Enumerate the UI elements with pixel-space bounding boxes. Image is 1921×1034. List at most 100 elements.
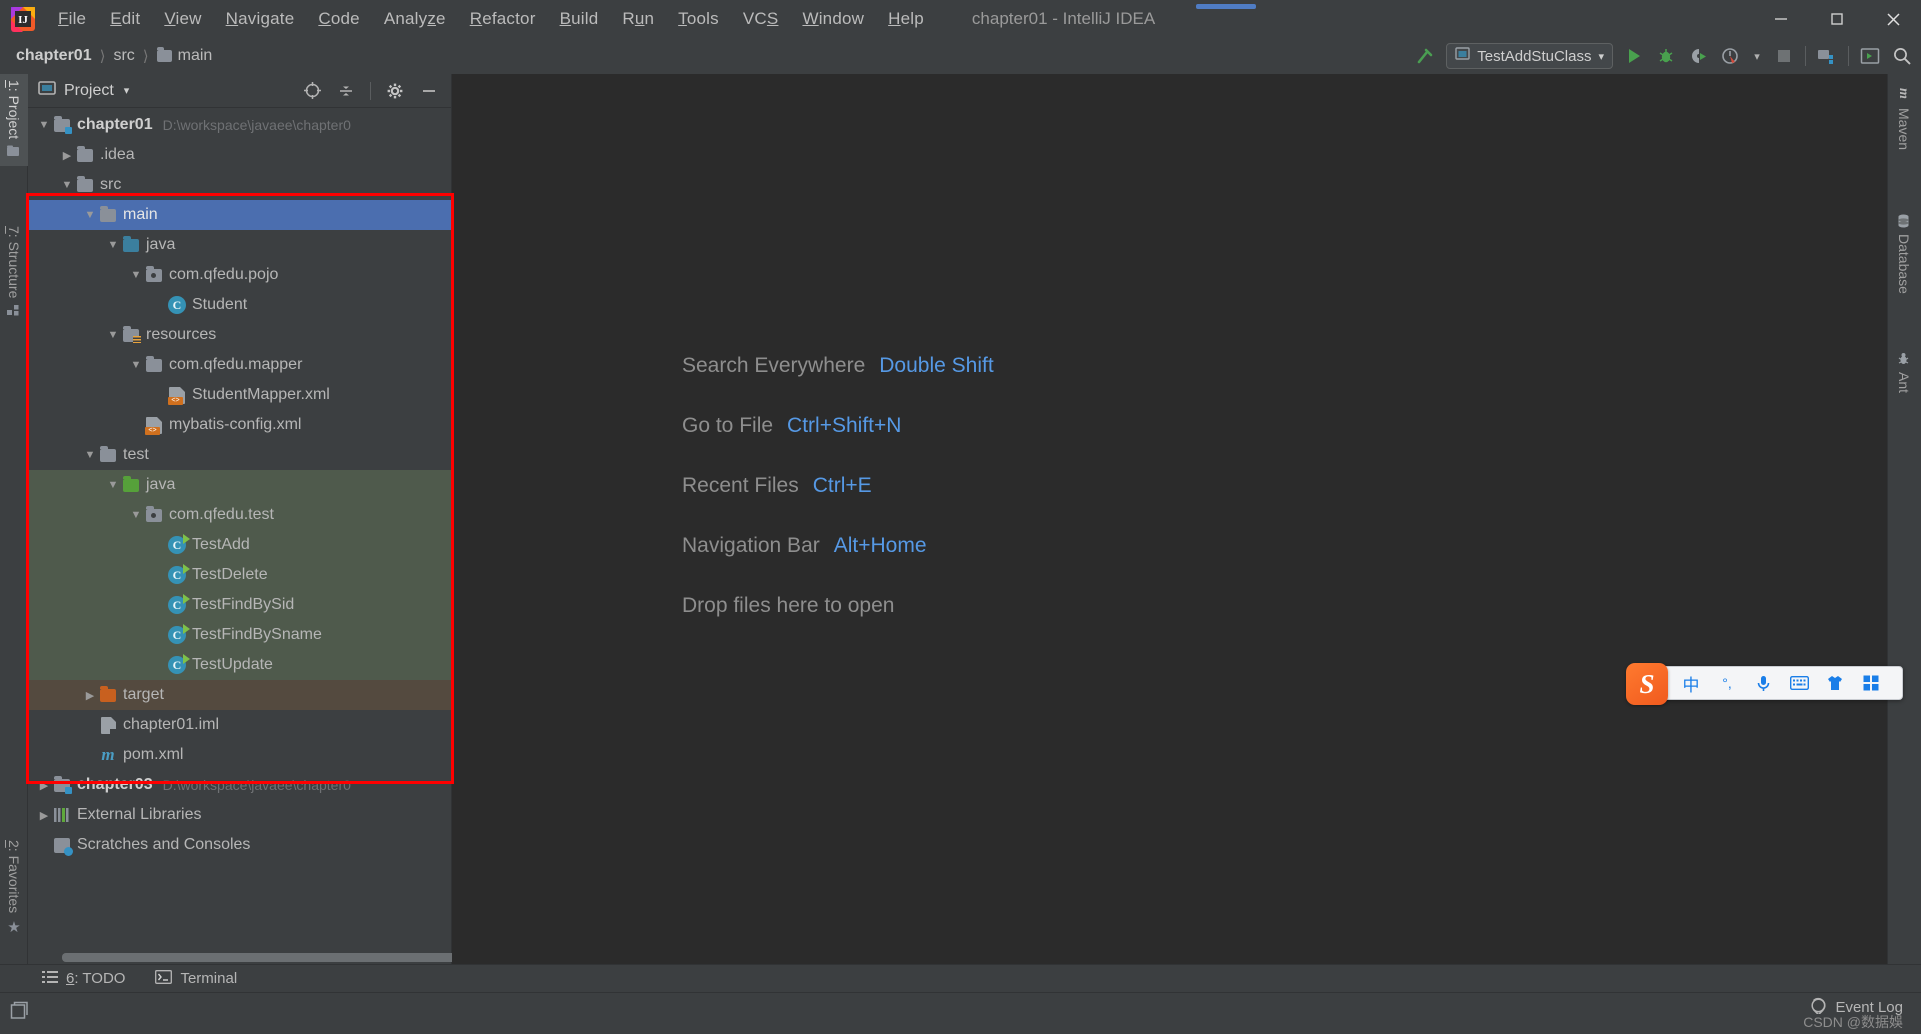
chevron-right-icon[interactable]: ▶ (36, 779, 52, 792)
breadcrumb-item-chapter01[interactable]: chapter01 (12, 45, 96, 67)
chevron-down-icon[interactable]: ▼ (128, 509, 144, 521)
chevron-down-icon[interactable]: ▾ (1598, 50, 1604, 63)
menu-item-view[interactable]: View (152, 5, 213, 33)
chevron-down-icon[interactable]: ▼ (59, 179, 75, 191)
chevron-down-icon[interactable]: ▼ (36, 119, 52, 131)
tree-node-chapter01[interactable]: ▼ chapter01 D:\workspace\javaee\chapter0 (28, 110, 451, 140)
scratches-icon (54, 837, 73, 856)
tree-node-mybatis-config-xml[interactable]: mybatis-config.xml (28, 410, 451, 440)
menu-item-build[interactable]: Build (548, 5, 611, 33)
chevron-right-icon[interactable]: ▶ (59, 149, 75, 162)
chevron-down-icon[interactable]: ▼ (105, 239, 121, 251)
close-button[interactable] (1865, 0, 1921, 38)
scrollbar-thumb[interactable] (62, 953, 462, 962)
locate-icon[interactable] (302, 81, 322, 101)
memory-indicator-icon[interactable] (10, 1001, 32, 1026)
menu-item-vcs[interactable]: VCS (731, 5, 791, 33)
chevron-down-icon[interactable]: ▼ (105, 329, 121, 341)
sidebar-item-project[interactable]: 1: Project (0, 74, 28, 166)
tip-drop-files-here-to-open: Drop files here to open (682, 594, 994, 618)
run-configuration-selector[interactable]: TestAddStuClass ▾ (1446, 43, 1613, 69)
chevron-down-icon[interactable]: ▼ (128, 359, 144, 371)
debug-icon[interactable] (1655, 45, 1677, 67)
tree-node-target[interactable]: ▶ target (28, 680, 451, 710)
terminal-window-icon[interactable] (1859, 45, 1881, 67)
menu-item-run[interactable]: Run (610, 5, 666, 33)
menu-item-code[interactable]: Code (306, 5, 371, 33)
punctuation-icon[interactable]: °, (1716, 675, 1738, 691)
sogou-ime-toolbar[interactable]: S 中 °, (1626, 663, 1903, 705)
chevron-down-icon[interactable]: ▼ (128, 269, 144, 281)
tree-node-label: java (146, 236, 176, 253)
tree-node-chapter03[interactable]: ▶ chapter03 D:\workspace\javaee\chapter0 (28, 770, 451, 800)
tree-node-student[interactable]: C Student (28, 290, 451, 320)
tree-node-testadd[interactable]: C TestAdd (28, 530, 451, 560)
tree-node-testupdate[interactable]: C TestUpdate (28, 650, 451, 680)
tree-node-java[interactable]: ▼ java (28, 230, 451, 260)
breadcrumb-item-main[interactable]: main (153, 45, 217, 67)
tool-window-terminal[interactable]: Terminal (155, 969, 238, 988)
tree-node-testfindbysname[interactable]: C TestFindBySname (28, 620, 451, 650)
tree-node-test[interactable]: ▼ test (28, 440, 451, 470)
tree-node-testfindbysid[interactable]: C TestFindBySid (28, 590, 451, 620)
menu-item-analyze[interactable]: Analyze (372, 5, 458, 33)
tree-node-chapter01-iml[interactable]: chapter01.iml (28, 710, 451, 740)
tree-node-com-qfedu-test[interactable]: ▼ com.qfedu.test (28, 500, 451, 530)
menu-item-tools[interactable]: Tools (666, 5, 731, 33)
tree-node-resources[interactable]: ▼ resources (28, 320, 451, 350)
tree-node-main[interactable]: ▼ main (28, 200, 451, 230)
tool-window-todo[interactable]: 6: TODO (42, 970, 125, 988)
breadcrumb-item-src[interactable]: src (109, 45, 138, 67)
sogou-logo-icon[interactable]: S (1626, 663, 1668, 705)
chinese-mode-icon[interactable]: 中 (1680, 671, 1702, 696)
menu-item-edit[interactable]: Edit (98, 5, 152, 33)
tree-node-com-qfedu-mapper[interactable]: ▼ com.qfedu.mapper (28, 350, 451, 380)
settings-gear-icon[interactable] (385, 81, 405, 101)
soft-keyboard-icon[interactable] (1788, 676, 1810, 690)
chevron-down-icon[interactable]: ▼ (82, 209, 98, 221)
tree-node-studentmapper-xml[interactable]: StudentMapper.xml (28, 380, 451, 410)
build-hammer-icon[interactable] (1414, 45, 1436, 67)
sidebar-item-structure[interactable]: 7: Structure (0, 220, 28, 338)
tree-node-src[interactable]: ▼ src (28, 170, 451, 200)
voice-input-icon[interactable] (1752, 675, 1774, 692)
menu-item-navigate[interactable]: Navigate (214, 5, 307, 33)
run-with-coverage-icon[interactable] (1687, 45, 1709, 67)
editor-empty-area[interactable]: Search Everywhere Double Shift Go to File C… (452, 74, 1887, 968)
skin-icon[interactable] (1824, 675, 1846, 691)
sidebar-item-ant[interactable]: Ant (1887, 344, 1921, 418)
profiler-chevron-down-icon[interactable]: ▾ (1751, 45, 1763, 67)
chevron-right-icon[interactable]: ▶ (82, 689, 98, 702)
menu-item-refactor[interactable]: Refactor (458, 5, 548, 33)
tree-node-scratches-and-consoles[interactable]: Scratches and Consoles (28, 830, 451, 860)
menu-item-help[interactable]: Help (876, 5, 936, 33)
profiler-icon[interactable] (1719, 45, 1741, 67)
collapse-all-icon[interactable] (336, 81, 356, 101)
horizontal-scrollbar[interactable] (62, 953, 470, 962)
chevron-down-icon[interactable]: ▼ (82, 449, 98, 461)
chevron-down-icon[interactable]: ▾ (124, 84, 130, 97)
tool-window-label: Terminal (180, 970, 238, 987)
chevron-right-icon[interactable]: ▶ (36, 809, 52, 822)
project-tree[interactable]: ▼ chapter01 D:\workspace\javaee\chapter0 ▶.… (28, 108, 451, 963)
maximize-button[interactable] (1809, 0, 1865, 38)
run-icon[interactable] (1623, 45, 1645, 67)
tree-node-external-libraries[interactable]: ▶ External Libraries (28, 800, 451, 830)
chevron-down-icon[interactable]: ▼ (105, 479, 121, 491)
minimize-button[interactable] (1753, 0, 1809, 38)
menu-item-window[interactable]: Window (790, 5, 876, 33)
sidebar-item-maven[interactable]: m Maven (1887, 80, 1921, 174)
search-icon[interactable] (1891, 45, 1913, 67)
sidebar-item-favorites[interactable]: 2: Favorites ★ (0, 834, 28, 960)
toolbox-icon[interactable] (1860, 675, 1882, 691)
tree-node-com-qfedu-pojo[interactable]: ▼ com.qfedu.pojo (28, 260, 451, 290)
menu-item-file[interactable]: File (46, 5, 98, 33)
tree-node-label: StudentMapper.xml (192, 386, 330, 403)
sidebar-item-database[interactable]: Database (1887, 206, 1921, 318)
tree-node-pom-xml[interactable]: m pom.xml (28, 740, 451, 770)
tree-node-java[interactable]: ▼ java (28, 470, 451, 500)
project-structure-icon[interactable] (1816, 45, 1838, 67)
hide-panel-icon[interactable] (419, 81, 439, 101)
tree-node-testdelete[interactable]: C TestDelete (28, 560, 451, 590)
tree-node-idea[interactable]: ▶ .idea (28, 140, 451, 170)
